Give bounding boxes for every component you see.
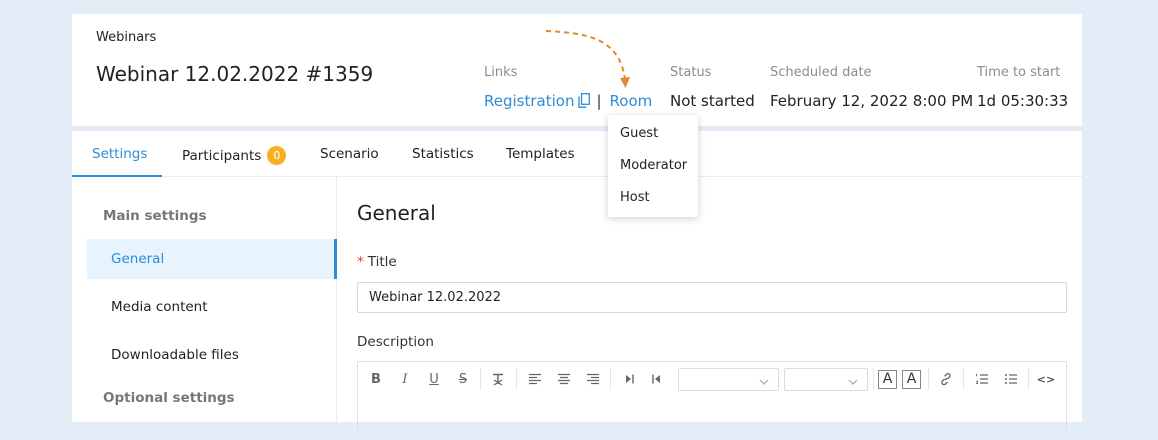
outdent-icon[interactable] <box>648 370 666 388</box>
page-title: Webinar 12.02.2022 #1359 <box>96 62 374 86</box>
sidebar-item-downloadable-files[interactable]: Downloadable files <box>87 335 336 375</box>
title-field-label: * Title <box>357 254 397 270</box>
font-color-button[interactable]: A <box>878 370 897 389</box>
editor-toolbar: B I U S A A <> <box>358 362 1066 396</box>
toolbar-divider <box>1028 368 1029 390</box>
chevron-down-icon <box>847 373 859 392</box>
numbered-list-icon[interactable] <box>973 370 991 388</box>
tab-participants-label: Participants <box>182 148 262 164</box>
title-label-text: Title <box>367 254 397 270</box>
optional-settings-heading: Optional settings <box>103 390 235 406</box>
breadcrumb[interactable]: Webinars <box>96 30 156 45</box>
font-family-select[interactable] <box>678 368 779 391</box>
tab-settings[interactable]: Settings <box>92 146 147 162</box>
scheduled-date-value: February 12, 2022 8:00 PM <box>770 92 974 110</box>
links-group: Registration | Room <box>484 92 652 112</box>
strikethrough-button[interactable]: S <box>454 370 472 388</box>
sidebar-item-media-content[interactable]: Media content <box>87 287 336 327</box>
status-value: Not started <box>670 92 755 110</box>
toolbar-divider <box>873 368 874 390</box>
required-mark: * <box>357 254 364 270</box>
font-size-select[interactable] <box>784 368 868 391</box>
section-title: General <box>357 201 436 225</box>
room-dropdown-menu: Guest Moderator Host <box>608 115 698 217</box>
settings-sidebar: Main settings General Media content Down… <box>87 177 337 422</box>
main-settings-heading: Main settings <box>103 208 207 224</box>
toolbar-divider <box>516 368 517 390</box>
toolbar-divider <box>480 368 481 390</box>
chevron-down-icon <box>758 373 770 392</box>
room-option-host[interactable]: Host <box>620 190 650 205</box>
align-left-icon[interactable] <box>526 370 544 388</box>
room-option-guest[interactable]: Guest <box>620 126 658 141</box>
bullet-list-icon[interactable] <box>1002 370 1020 388</box>
participants-count-badge: 0 <box>267 146 287 165</box>
title-input[interactable] <box>357 282 1067 313</box>
underline-button[interactable]: U <box>425 370 443 388</box>
link-icon[interactable] <box>937 370 955 388</box>
scheduled-date-label: Scheduled date <box>770 65 872 80</box>
tab-bar: Settings Participants 0 Scenario Statisti… <box>72 131 1082 177</box>
description-editor[interactable]: B I U S A A <> <box>357 361 1067 431</box>
italic-button[interactable]: I <box>396 370 414 388</box>
align-center-icon[interactable] <box>555 370 573 388</box>
copy-icon[interactable] <box>578 93 591 112</box>
tab-scenario[interactable]: Scenario <box>320 146 379 162</box>
indent-icon[interactable] <box>620 370 638 388</box>
tab-templates[interactable]: Templates <box>506 146 575 162</box>
toolbar-divider <box>610 368 611 390</box>
webinar-main: Settings Participants 0 Scenario Statisti… <box>72 131 1082 431</box>
source-code-button[interactable]: <> <box>1037 370 1055 388</box>
general-settings-form: General *Title Description B I U S <box>357 177 1067 431</box>
toolbar-divider <box>928 368 929 390</box>
status-label: Status <box>670 65 712 80</box>
time-to-start-value: 1d 05:30:33 <box>977 92 1069 110</box>
tab-participants[interactable]: Participants 0 <box>182 146 287 165</box>
links-label: Links <box>484 65 518 80</box>
annotation-arrow-icon <box>545 30 630 88</box>
time-to-start-label: Time to start <box>977 65 1061 80</box>
bold-button[interactable]: B <box>367 370 385 388</box>
sidebar-item-general[interactable]: General <box>87 239 337 279</box>
tab-statistics[interactable]: Statistics <box>412 146 474 162</box>
room-option-moderator[interactable]: Moderator <box>620 158 687 173</box>
align-right-icon[interactable] <box>584 370 602 388</box>
clear-format-icon[interactable] <box>489 370 507 388</box>
background-color-button[interactable]: A <box>902 370 921 389</box>
description-field-label: Description <box>357 334 434 350</box>
toolbar-divider <box>963 368 964 390</box>
